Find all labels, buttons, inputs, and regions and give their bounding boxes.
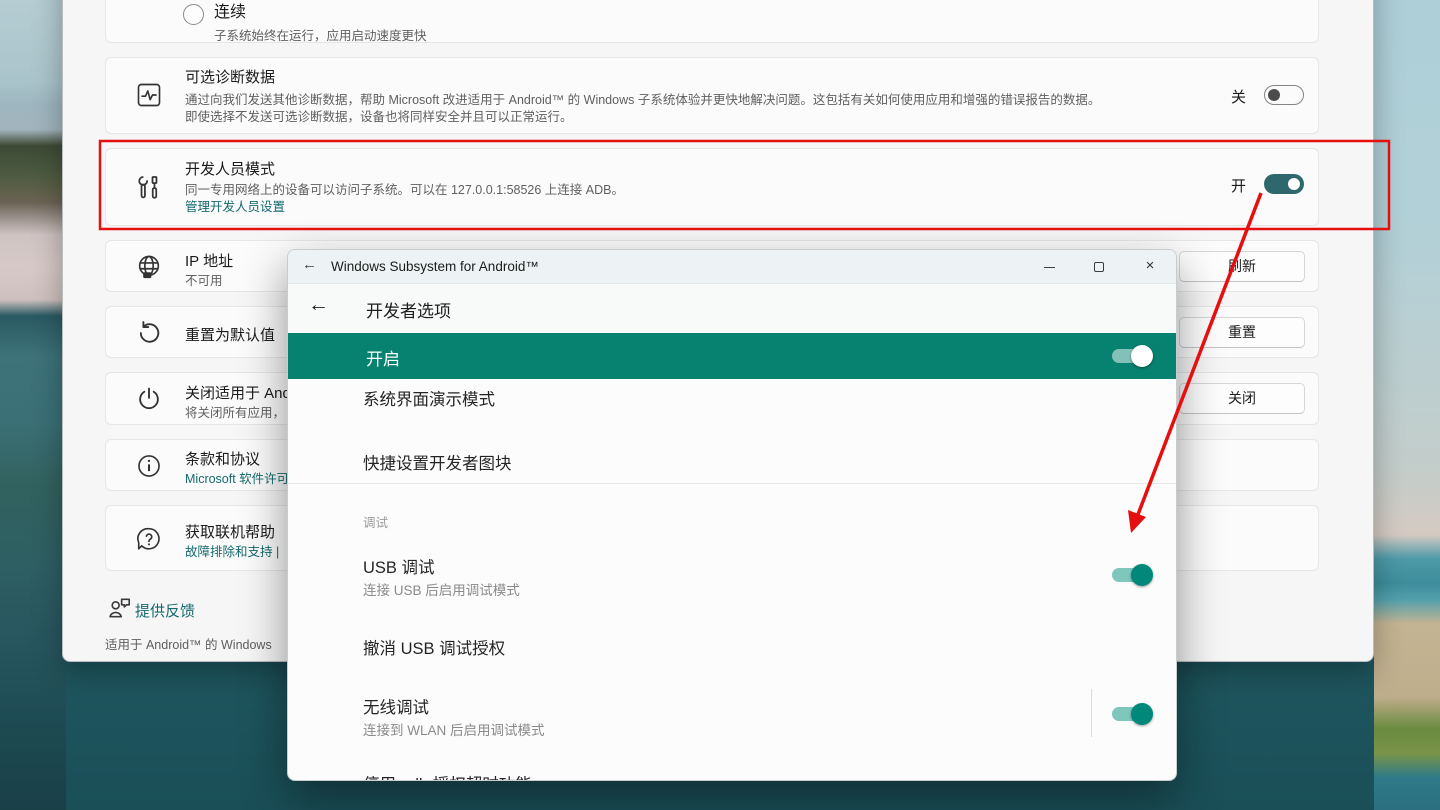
item-system-ui-demo[interactable]: 系统界面演示模式 xyxy=(363,386,495,410)
minimize-button[interactable] xyxy=(1027,250,1071,284)
diagnostics-desc-line2: 即使选择不发送可选诊断数据，设备也将同样安全并且可以正常运行。 xyxy=(185,106,573,125)
wireless-row-divider xyxy=(1091,689,1092,737)
give-feedback-link[interactable]: 提供反馈 xyxy=(135,600,195,621)
section-divider xyxy=(288,483,1176,484)
wsa-titlebar[interactable]: ← Windows Subsystem for Android™ × xyxy=(288,250,1176,284)
diagnostics-toggle-label: 关 xyxy=(1231,86,1246,107)
row-diagnostics: 可选诊断数据 通过向我们发送其他诊断数据，帮助 Microsoft 改进适用于 … xyxy=(105,57,1319,134)
item-wireless-debug-title[interactable]: 无线调试 xyxy=(363,694,429,718)
close-button[interactable]: × xyxy=(1128,250,1172,284)
ip-globe-icon xyxy=(135,253,163,281)
developer-options-master-row[interactable]: 开启 xyxy=(288,333,1176,379)
turn-off-desc: 将关闭所有应用， xyxy=(185,402,285,421)
continuous-desc: 子系统始终在运行，应用启动速度更快 xyxy=(214,25,427,44)
ip-address-title: IP 地址 xyxy=(185,250,233,271)
wallpaper-cliff-left xyxy=(0,0,66,810)
continuous-radio[interactable] xyxy=(183,4,204,25)
settings-footer-text: 适用于 Android™ 的 Windows xyxy=(105,634,272,653)
info-icon xyxy=(135,452,163,480)
terms-title: 条款和协议 xyxy=(185,448,260,469)
master-toggle[interactable] xyxy=(1110,343,1154,369)
reset-button[interactable]: 重置 xyxy=(1179,317,1305,348)
wallpaper-meadow-right xyxy=(1374,0,1440,810)
item-usb-debug-title[interactable]: USB 调试 xyxy=(363,554,435,578)
reset-arrow-icon xyxy=(135,319,163,347)
turn-off-title: 关闭适用于 And xyxy=(185,382,291,403)
manage-developer-settings-link[interactable]: 管理开发人员设置 xyxy=(185,196,285,215)
feedback-icon xyxy=(107,595,133,621)
item-adb-timeout-clipped[interactable]: 停用 adb 授权超时功能 xyxy=(363,771,532,781)
developer-mode-title: 开发人员模式 xyxy=(185,158,275,179)
developer-tools-icon xyxy=(135,174,163,202)
reset-defaults-title: 重置为默认值 xyxy=(185,324,275,345)
item-usb-debug-desc: 连接 USB 后启用调试模式 xyxy=(363,579,520,599)
get-help-title: 获取联机帮助 xyxy=(185,521,275,542)
refresh-button[interactable]: 刷新 xyxy=(1179,251,1305,282)
wsa-developer-options-window: ← Windows Subsystem for Android™ × ← 开发者… xyxy=(287,249,1177,781)
troubleshooting-link[interactable]: 故障排除和支持 | xyxy=(185,541,279,560)
maximize-button[interactable] xyxy=(1077,250,1121,284)
item-quick-settings-tile[interactable]: 快捷设置开发者图块 xyxy=(363,450,512,474)
item-revoke-usb-auth[interactable]: 撤消 USB 调试授权 xyxy=(363,635,505,659)
debug-section-label: 调试 xyxy=(363,512,388,531)
help-bubble-icon xyxy=(135,525,163,553)
wsa-window-title: Windows Subsystem for Android™ xyxy=(331,259,539,274)
header-back-icon[interactable]: ← xyxy=(308,293,329,317)
wireless-debug-toggle[interactable] xyxy=(1110,701,1154,727)
developer-mode-toggle[interactable] xyxy=(1264,174,1304,194)
diagnostics-activity-icon xyxy=(135,81,163,109)
row-developer-mode: 开发人员模式 同一专用网络上的设备可以访问子系统。可以在 127.0.0.1:5… xyxy=(105,148,1319,226)
developer-mode-toggle-label: 开 xyxy=(1231,175,1246,196)
diagnostics-toggle[interactable] xyxy=(1264,85,1304,105)
ip-address-value: 不可用 xyxy=(185,270,223,289)
license-link[interactable]: Microsoft 软件许可 xyxy=(185,468,289,487)
diagnostics-title: 可选诊断数据 xyxy=(185,66,275,87)
item-wireless-debug-desc: 连接到 WLAN 后启用调试模式 xyxy=(363,719,545,739)
power-icon xyxy=(135,385,163,413)
titlebar-back-icon[interactable]: ← xyxy=(302,256,317,273)
usb-debug-toggle[interactable] xyxy=(1110,562,1154,588)
continuous-label: 连续 xyxy=(214,0,246,22)
master-toggle-label: 开启 xyxy=(366,345,400,370)
turn-off-button[interactable]: 关闭 xyxy=(1179,383,1305,414)
developer-options-header: ← 开发者选项 xyxy=(288,284,1176,333)
developer-options-title: 开发者选项 xyxy=(366,297,451,322)
row-continuous: 连续 子系统始终在运行，应用启动速度更快 xyxy=(105,0,1319,43)
